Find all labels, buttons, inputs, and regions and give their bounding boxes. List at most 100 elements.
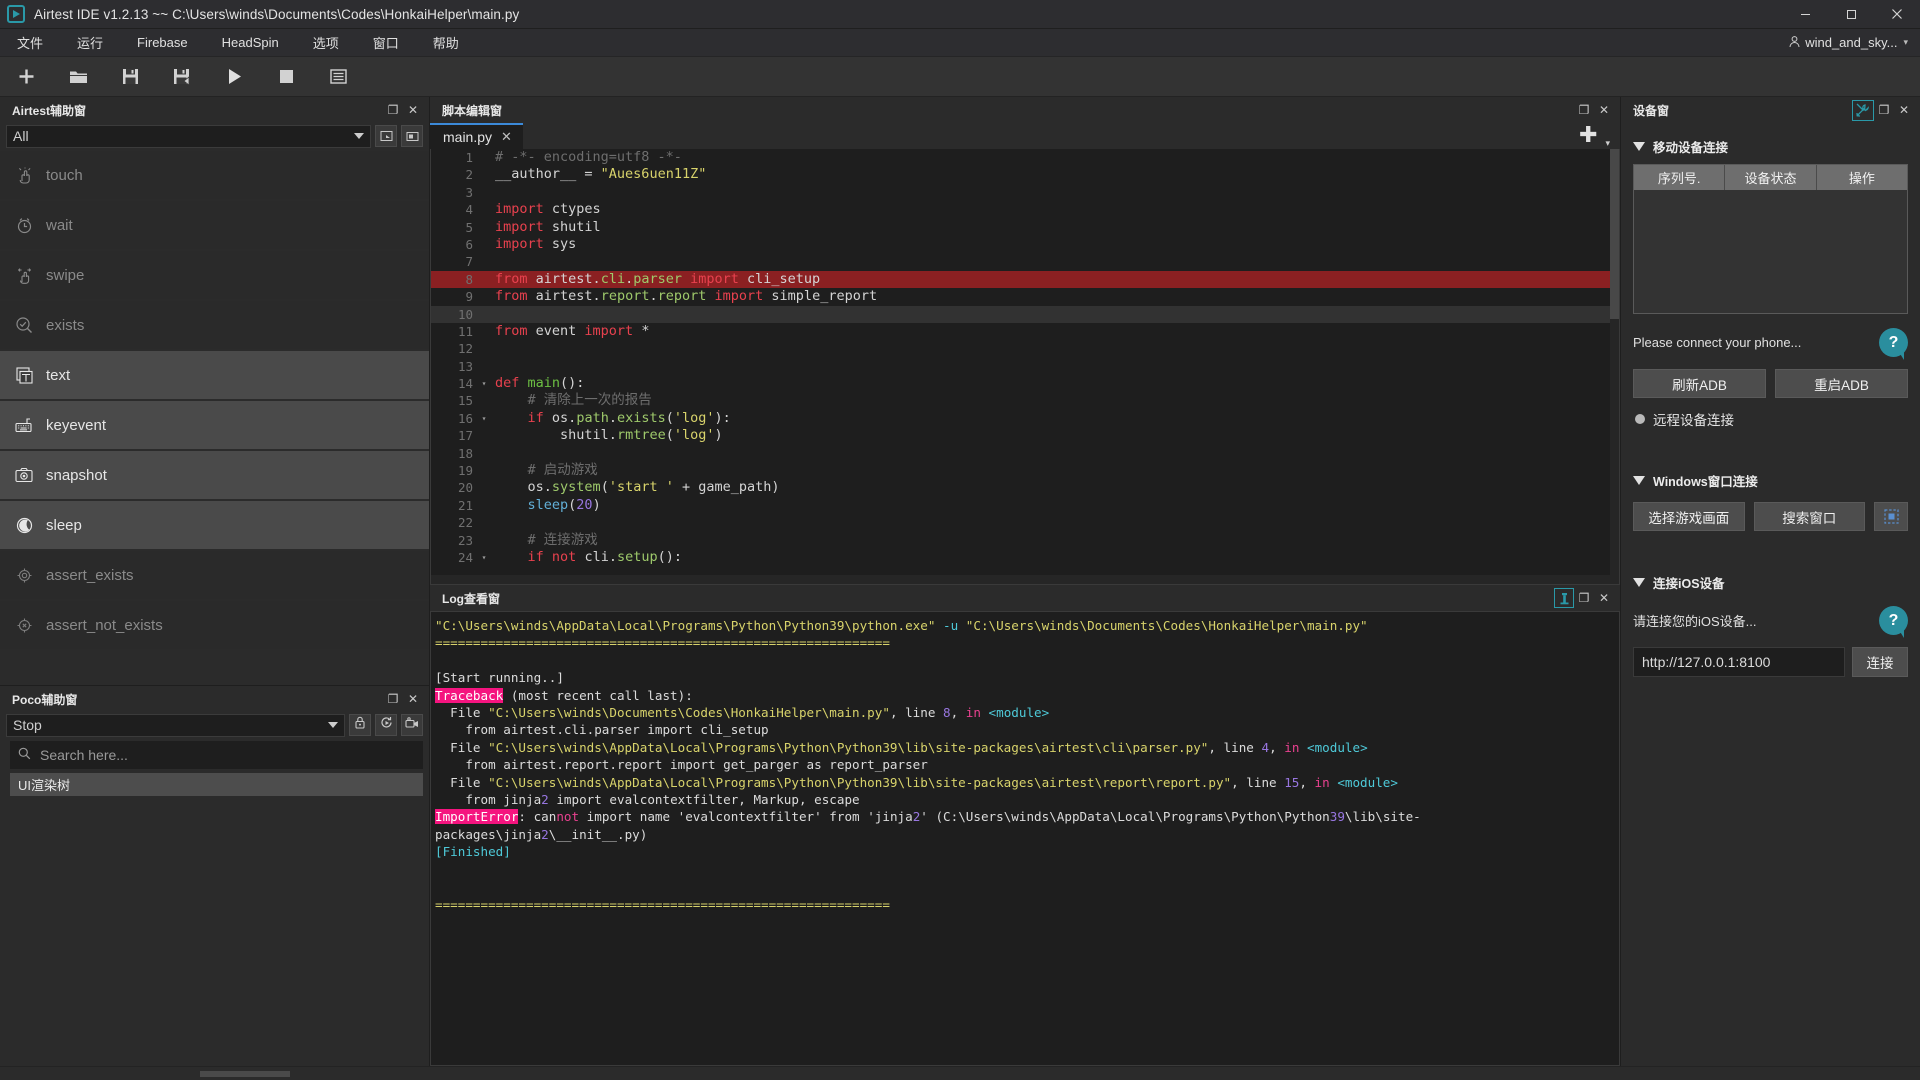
poco-refresh-button[interactable] [375,714,397,736]
close-icon[interactable]: ✕ [403,100,423,120]
poco-record-button[interactable] [401,714,423,736]
save-as-button[interactable] [156,58,208,96]
close-icon[interactable]: ✕ [1594,588,1614,608]
code-line: 20 os.system('start ' + game_path) [431,479,1619,496]
action-item-wait[interactable]: wait [0,201,429,249]
restart-adb-button[interactable]: 重启ADB [1775,369,1908,398]
stop-button[interactable] [260,58,312,96]
ios-address-input[interactable]: http://127.0.0.1:8100 [1633,647,1845,677]
help-icon[interactable]: ? [1879,328,1908,360]
log-output-text[interactable]: "C:\Users\winds\AppData\Local\Programs\P… [430,611,1620,1066]
new-script-button[interactable] [0,58,52,96]
poco-tree-root-item[interactable]: UI渲染树 [10,773,423,796]
action-item-swipe[interactable]: swipe [0,251,429,299]
scrollbar-thumb[interactable] [1610,149,1619,319]
help-icon[interactable]: ? [1879,606,1908,638]
record-camera-icon [405,716,419,734]
minimize-button[interactable] [1782,0,1828,29]
action-filter-select[interactable]: All [6,124,371,148]
windows-button-row: 选择游戏画面 搜索窗口 [1633,502,1908,531]
action-item-touch[interactable]: touch [0,151,429,199]
center-column: 脚本编辑窗 ❐ ✕ main.py ✕ ✚ ▾ 1 # -*- encoding=… [430,97,1620,1066]
code-editor-area[interactable]: 1 # -*- encoding=utf8 -*- 2 __author__ = "A… [430,149,1620,585]
poco-search-input[interactable]: Search here... [10,741,423,769]
menu-firebase[interactable]: Firebase [120,29,205,57]
airtest-assistant-panel: Airtest辅助窗 ❐ ✕ All touch wait swipe exis… [0,97,429,685]
column-serial: 序列号. [1634,165,1726,190]
play-icon [227,68,242,85]
menu-headspin[interactable]: HeadSpin [205,29,296,57]
code-line-text: if not cli.setup(): [527,548,682,565]
line-number: 22 [457,515,473,531]
window-title: Airtest IDE v1.2.13 ~~ C:\Users\winds\Do… [34,6,520,22]
add-tab-button[interactable]: ✚ [1571,123,1605,149]
user-account-menu[interactable]: wind_and_sky... ▾ [1788,35,1920,51]
action-item-sleep[interactable]: sleep [0,501,429,549]
select-game-screen-button[interactable]: 选择游戏画面 [1633,502,1745,531]
fold-marker-icon[interactable]: ▾ [479,375,489,392]
action-item-snapshot[interactable]: snapshot [0,451,429,499]
open-script-button[interactable] [52,58,104,96]
menu-window[interactable]: 窗口 [356,29,416,57]
log-panel-header: Log查看窗 ❐ ✕ [430,585,1620,611]
wrench-icon[interactable] [1852,99,1874,121]
remote-device-radio[interactable]: 远程设备连接 [1635,409,1908,429]
action-item-exists[interactable]: exists [0,301,429,349]
close-icon[interactable]: ✕ [1594,100,1614,120]
line-number: 16 [457,410,473,426]
restore-icon[interactable]: ❐ [383,100,403,120]
line-number: 2 [465,167,473,183]
tab-main-py[interactable]: main.py ✕ [430,123,523,149]
ios-section-header[interactable]: 连接iOS设备 [1633,573,1912,592]
action-item-assert-exists[interactable]: assert_exists [0,551,429,599]
run-button[interactable] [208,58,260,96]
chevron-down-icon[interactable]: ▾ [1605,138,1614,149]
ios-hint: 请连接您的iOS设备... [1633,614,1757,629]
mobile-section-header[interactable]: 移动设备连接 [1633,137,1912,156]
action-item-text[interactable]: text [0,351,429,399]
refresh-adb-button[interactable]: 刷新ADB [1633,369,1766,398]
menu-run[interactable]: 运行 [60,29,120,57]
remote-device-label: 远程设备连接 [1653,413,1734,428]
device-dock: 设备窗 ❐ ✕ 移动设备连接 序列号. 设备状态 操作 Please conne… [1620,97,1920,1066]
report-button[interactable] [312,58,364,96]
maximize-button[interactable] [1828,0,1874,29]
clear-log-icon[interactable] [1554,588,1574,608]
search-window-button[interactable]: 搜索窗口 [1753,502,1865,531]
app-logo-icon [7,5,25,23]
menu-help[interactable]: 帮助 [416,29,476,57]
action-label: text [46,366,71,384]
save-button[interactable] [104,58,156,96]
airtest-ide-window: Airtest IDE v1.2.13 ~~ C:\Users\winds\Do… [0,0,1920,1080]
line-number: 6 [465,236,473,252]
windows-section-header[interactable]: Windows窗口连接 [1633,471,1912,490]
window-picker-button[interactable] [1874,502,1908,531]
action-item-keyevent[interactable]: keyevent [0,401,429,449]
capture-button[interactable] [401,125,423,147]
poco-mode-select[interactable]: Stop [6,713,345,737]
target-cross-icon [14,615,34,635]
line-number: 7 [465,254,473,270]
restore-icon[interactable]: ❐ [1574,588,1594,608]
editor-vertical-scrollbar[interactable] [1610,149,1619,584]
restore-icon[interactable]: ❐ [383,689,403,709]
menu-file[interactable]: 文件 [0,29,60,57]
menu-options[interactable]: 选项 [296,29,356,57]
lock-icon [354,716,366,734]
ios-connect-button[interactable]: 连接 [1852,647,1908,677]
close-icon[interactable]: ✕ [1894,100,1914,120]
fold-marker-icon[interactable]: ▾ [479,410,489,427]
close-button[interactable] [1874,0,1920,29]
airtest-panel-title: Airtest辅助窗 [12,103,87,118]
restore-icon[interactable]: ❐ [1574,100,1594,120]
close-icon[interactable]: ✕ [403,689,423,709]
fold-marker-icon[interactable]: ▾ [479,549,489,566]
device-table: 序列号. 设备状态 操作 [1633,164,1908,314]
close-icon[interactable]: ✕ [501,129,512,145]
restore-icon[interactable]: ❐ [1874,100,1894,120]
select-device-screen-button[interactable] [375,125,397,147]
code-line: 9 from airtest.report.report import simpl… [431,288,1619,305]
poco-lock-button[interactable] [349,714,371,736]
editor-horizontal-scrollbar[interactable] [431,575,1610,584]
action-item-assert-not-exists[interactable]: assert_not_exists [0,601,429,649]
